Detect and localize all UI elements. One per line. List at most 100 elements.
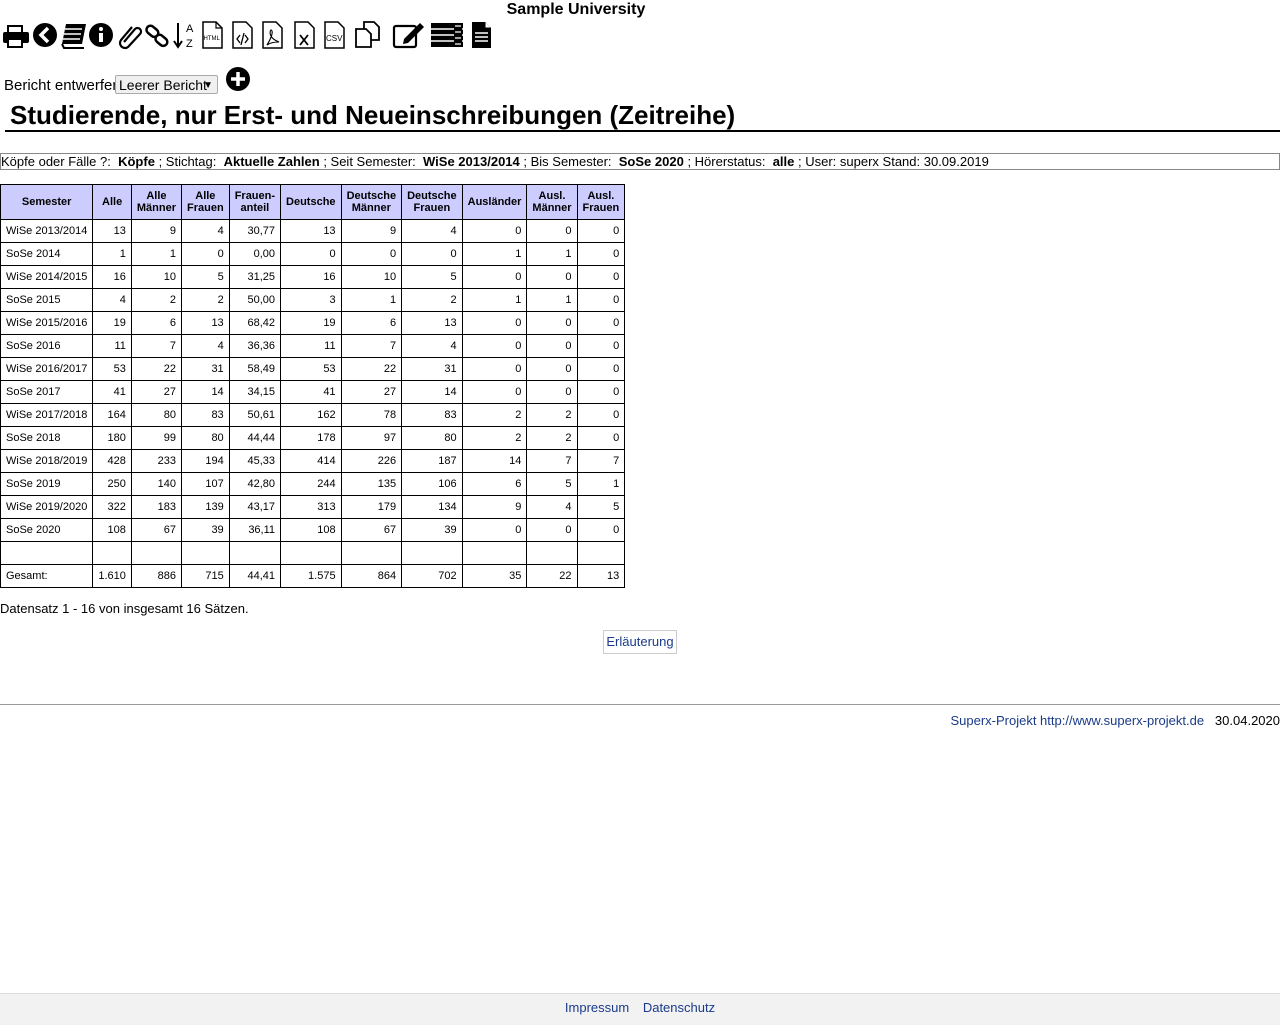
table-cell: 14 xyxy=(401,380,463,404)
csv-export-icon[interactable]: CSV xyxy=(322,20,350,50)
table-cell: 140 xyxy=(130,472,183,496)
table-cell: 0 xyxy=(526,265,578,289)
table-cell: 233 xyxy=(130,449,183,473)
table-row: WiSe 2013/2014 13 9 4 30,77 13 9 4 0 0 0 xyxy=(0,219,626,243)
table-cell: 139 xyxy=(181,495,230,519)
table-cell: 9 xyxy=(130,219,183,243)
designer-label: Bericht entwerfen: xyxy=(4,77,125,94)
column-header: Alle Frauen xyxy=(181,184,230,220)
table-cell: 0 xyxy=(576,219,626,243)
table-cell: 45,33 xyxy=(228,449,282,473)
info-icon[interactable] xyxy=(88,20,116,50)
table-cell: 0 xyxy=(526,219,578,243)
table-cell: 428 xyxy=(92,449,132,473)
sort-az-icon[interactable]: AZ xyxy=(172,20,200,50)
svg-text:CSV: CSV xyxy=(326,34,343,43)
erlaeuterung-button[interactable]: Erläuterung xyxy=(603,630,677,654)
pdf-export-icon[interactable] xyxy=(260,20,288,50)
printer-icon[interactable] xyxy=(2,20,30,50)
svg-text:A: A xyxy=(186,23,194,35)
table-row: SoSe 2018 180 99 80 44,44 178 97 80 2 2 0 xyxy=(0,426,626,450)
table-cell: 7 xyxy=(576,449,626,473)
attachment-icon[interactable] xyxy=(116,20,144,50)
table-row: WiSe 2017/2018 164 80 83 50,61 162 78 83 2 2 0 xyxy=(0,403,626,427)
table-cell: 22 xyxy=(340,357,403,381)
page-title: Studierende, nur Erst- und Neueinschreib… xyxy=(10,100,736,130)
table-cell: 11 xyxy=(280,334,342,358)
table-cell: 9 xyxy=(340,219,403,243)
books-icon[interactable] xyxy=(60,20,88,50)
table-cell: 0 xyxy=(576,242,626,266)
report-date: 30.04.2020 xyxy=(1214,713,1280,728)
table-row: Gesamt: 1.610 886 715 44,41 1.575 864 702 35 22 13 xyxy=(0,564,626,588)
table-cell: 1 xyxy=(92,242,132,266)
table-cell: 39 xyxy=(401,518,463,542)
report-template-select[interactable]: Leerer Bericht ▼ xyxy=(115,75,218,94)
table-cell: 7 xyxy=(526,449,578,473)
table-cell: 0 xyxy=(576,334,626,358)
column-header: Deutsche Frauen xyxy=(401,184,463,220)
table-cell: 31,25 xyxy=(228,265,282,289)
table-cell xyxy=(340,541,403,565)
table-cell: SoSe 2020 xyxy=(0,518,94,542)
report-parameters: Köpfe oder Fälle ?: Köpfe ; Stichtag: Ak… xyxy=(0,153,1280,170)
column-header: Alle xyxy=(92,184,132,220)
table-cell: 13 xyxy=(92,219,132,243)
table-cell: 27 xyxy=(340,380,403,404)
table-row: WiSe 2015/2016 19 6 13 68,42 19 6 13 0 0 0 xyxy=(0,311,626,335)
table-cell: 0 xyxy=(526,334,578,358)
link-icon[interactable] xyxy=(144,20,172,50)
table-cell: 13 xyxy=(401,311,463,335)
table-cell xyxy=(280,541,342,565)
document-icon[interactable] xyxy=(470,20,498,50)
back-icon[interactable] xyxy=(32,20,60,50)
add-report-icon[interactable] xyxy=(225,66,251,92)
footer-divider xyxy=(0,704,1280,705)
list-icon[interactable] xyxy=(430,20,463,50)
table-cell: 19 xyxy=(92,311,132,335)
table-cell: 4 xyxy=(181,334,230,358)
copy-icon[interactable] xyxy=(354,20,382,50)
table-cell: 22 xyxy=(130,357,183,381)
table-cell: 244 xyxy=(280,472,342,496)
excel-export-icon[interactable] xyxy=(292,20,320,50)
datenschutz-link[interactable]: Datenschutz xyxy=(643,1000,715,1015)
table-cell: 2 xyxy=(526,403,578,427)
table-cell: 162 xyxy=(280,403,342,427)
table-row xyxy=(0,541,626,565)
table-cell: WiSe 2017/2018 xyxy=(0,403,94,427)
impressum-link[interactable]: Impressum xyxy=(565,1000,629,1015)
table-cell: 2 xyxy=(461,426,528,450)
table-cell: 0 xyxy=(280,242,342,266)
table-cell: 0 xyxy=(461,311,528,335)
table-cell: 0 xyxy=(461,518,528,542)
table-cell: 313 xyxy=(280,495,342,519)
table-cell: 1 xyxy=(461,242,528,266)
table-cell xyxy=(130,541,183,565)
table-cell: SoSe 2017 xyxy=(0,380,94,404)
table-cell: WiSe 2014/2015 xyxy=(0,265,94,289)
table-cell: 53 xyxy=(280,357,342,381)
edit-icon[interactable] xyxy=(392,20,424,50)
table-cell: 107 xyxy=(181,472,230,496)
xml-export-icon[interactable] xyxy=(230,20,258,50)
table-cell: 180 xyxy=(92,426,132,450)
table-row: SoSe 2016 11 7 4 36,36 11 7 4 0 0 0 xyxy=(0,334,626,358)
superx-link[interactable]: Superx-Projekt http://www.superx-projekt… xyxy=(950,713,1204,728)
table-cell: 10 xyxy=(340,265,403,289)
table-cell: 44,44 xyxy=(228,426,282,450)
column-header: Alle Männer xyxy=(130,184,183,220)
table-cell: 4 xyxy=(401,334,463,358)
table-cell: 13 xyxy=(181,311,230,335)
html-export-icon[interactable]: HTML xyxy=(200,20,228,50)
table-cell: 0 xyxy=(181,242,230,266)
table-cell: 4 xyxy=(181,219,230,243)
table-cell: 886 xyxy=(130,564,183,588)
table-row: SoSe 2014 1 1 0 0,00 0 0 0 1 1 0 xyxy=(0,242,626,266)
table-cell: 5 xyxy=(576,495,626,519)
credit-line: Superx-Projekt http://www.superx-projekt… xyxy=(950,713,1280,728)
table-cell: 2 xyxy=(130,288,183,312)
table-cell: 11 xyxy=(92,334,132,358)
table-cell: 7 xyxy=(130,334,183,358)
table-cell: 67 xyxy=(340,518,403,542)
